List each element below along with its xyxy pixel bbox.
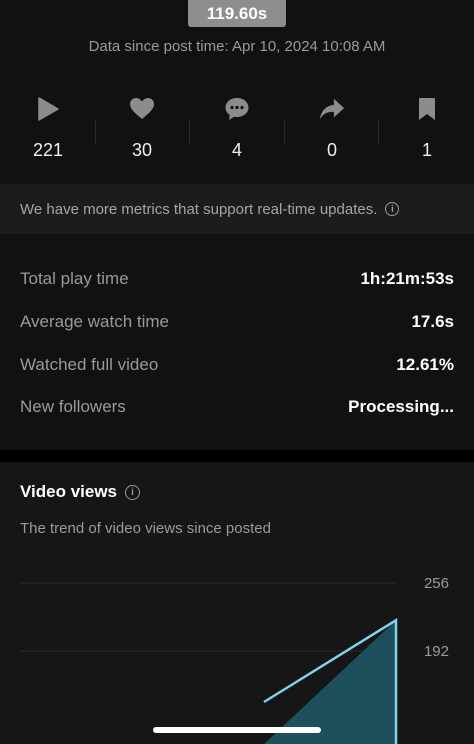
video-views-header: Video views i (20, 482, 141, 502)
data-since-label: Data since post time: Apr 10, 2024 10:08… (88, 38, 386, 55)
share-icon (319, 96, 345, 122)
stat-likes[interactable]: 30 (107, 96, 177, 168)
section-separator (0, 450, 474, 462)
stat-divider (189, 120, 190, 144)
home-indicator[interactable] (153, 727, 321, 733)
stat-plays-count: 221 (32, 140, 64, 160)
stat-divider (95, 120, 96, 144)
stat-comments[interactable]: 4 (202, 96, 272, 168)
video-analytics-page: 119.60s Data since post time: Apr 10, 20… (0, 0, 474, 744)
video-views-card: Video views i The trend of video views s… (0, 462, 474, 744)
video-views-title: Video views (20, 482, 118, 501)
metric-label: New followers (20, 397, 126, 417)
heart-icon (129, 96, 155, 122)
metric-value: Processing... (348, 397, 454, 417)
chart-area-fill (264, 620, 396, 744)
video-duration-text: 119.60s (206, 3, 268, 23)
stat-likes-count: 30 (131, 140, 153, 160)
stat-saves-count: 1 (421, 140, 432, 160)
metric-row-new-followers: New followers Processing... (0, 386, 474, 429)
metric-row-total-play-time: Total play time 1h:21m:53s (0, 258, 474, 301)
play-icon (35, 96, 61, 122)
metric-value: 1h:21m:53s (360, 269, 454, 289)
metric-label: Watched full video (20, 354, 159, 374)
stat-saves[interactable]: 1 (392, 96, 462, 168)
metric-row-average-watch-time: Average watch time 17.6s (0, 301, 474, 344)
realtime-metrics-text: We have more metrics that support real-t… (20, 200, 378, 218)
metric-label: Total play time (20, 269, 129, 289)
chart-y-tick-label: 192 (424, 643, 449, 660)
video-duration-badge[interactable]: 119.60s (188, 0, 286, 27)
engagement-stats-row: 221 30 4 0 1 (0, 96, 474, 168)
stat-divider (378, 120, 379, 144)
metric-label: Average watch time (20, 312, 169, 332)
video-views-chart[interactable]: 256 192 (0, 558, 474, 744)
stat-comments-count: 4 (231, 140, 242, 160)
stat-divider (284, 120, 285, 144)
realtime-metrics-banner[interactable]: We have more metrics that support real-t… (0, 184, 474, 234)
info-icon[interactable]: i (385, 202, 400, 216)
chart-y-tick-label: 256 (424, 575, 449, 592)
info-icon[interactable]: i (125, 484, 141, 500)
stat-shares[interactable]: 0 (297, 96, 367, 168)
stat-plays[interactable]: 221 (13, 96, 83, 168)
comment-icon (224, 96, 250, 122)
metric-value: 12.61% (396, 354, 454, 374)
metric-value: 17.6s (411, 312, 454, 332)
metrics-list: Total play time 1h:21m:53s Average watch… (0, 258, 474, 429)
metric-row-watched-full-video: Watched full video 12.61% (0, 343, 474, 386)
video-views-subtitle: The trend of video views since posted (20, 520, 271, 537)
bookmark-icon (414, 96, 440, 122)
stat-shares-count: 0 (326, 140, 337, 160)
